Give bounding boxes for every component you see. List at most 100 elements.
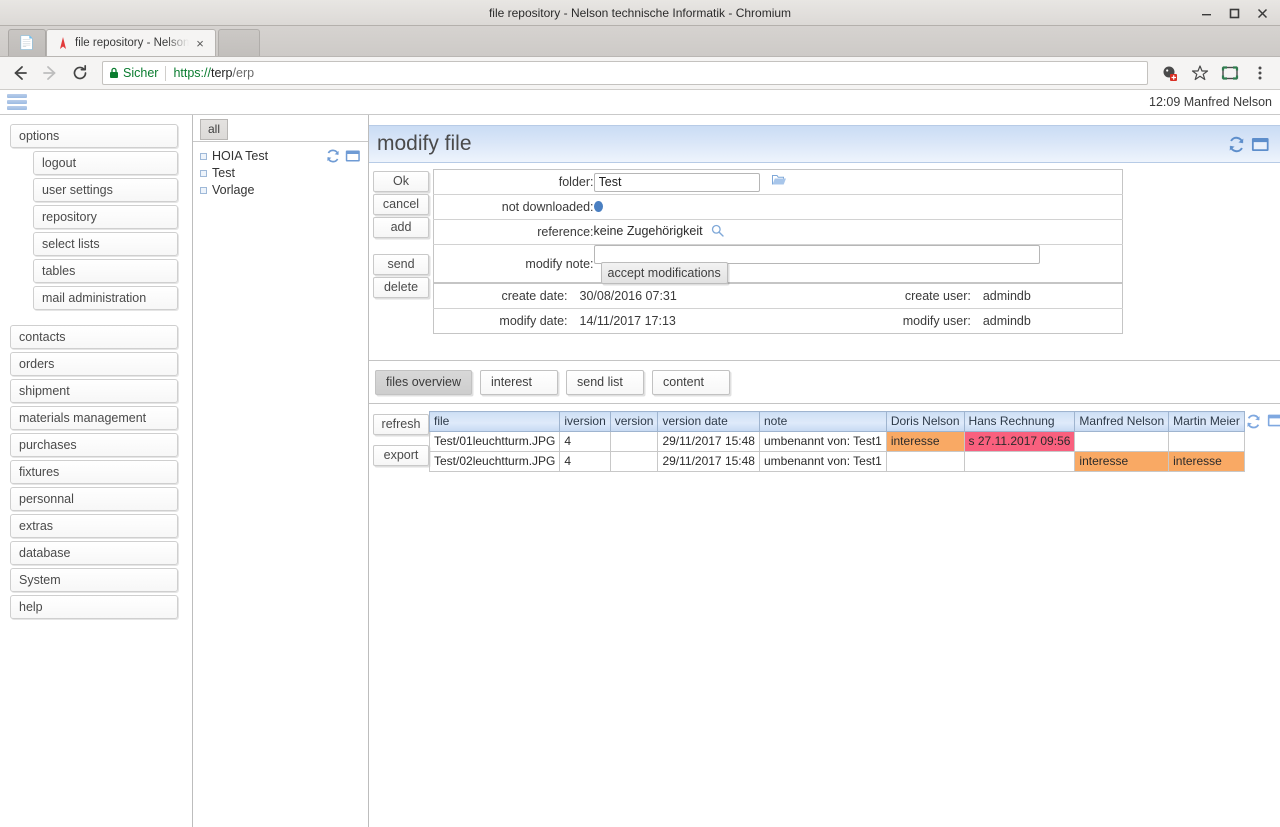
folder-input[interactable]	[593, 172, 760, 192]
col-martin-meier[interactable]: Martin Meier	[1168, 411, 1245, 432]
col-version-date[interactable]: version date	[657, 411, 760, 432]
sidebar-item-help[interactable]: help	[10, 595, 178, 619]
not-downloaded-cell	[593, 195, 1123, 220]
sidebar-item-user-settings[interactable]: user settings	[33, 178, 178, 202]
lock-icon	[109, 67, 119, 79]
sidebar-item-contacts[interactable]: contacts	[10, 325, 178, 349]
tree-expand-icon[interactable]	[200, 187, 207, 194]
col-iversion[interactable]: iversion	[559, 411, 611, 432]
refresh-icon[interactable]	[325, 148, 341, 164]
sidebar-item-tables[interactable]: tables	[33, 259, 178, 283]
window-titlebar: file repository - Nelson technische Info…	[0, 0, 1280, 26]
table-row[interactable]: Test/02leuchtturm.JPG 4 29/11/2017 15:48…	[428, 451, 1245, 472]
add-button[interactable]: add	[373, 217, 429, 238]
sidebar-item-materials-management[interactable]: materials management	[10, 406, 178, 430]
col-note[interactable]: note	[758, 411, 887, 432]
cast-icon[interactable]	[1216, 59, 1244, 87]
col-file[interactable]: file	[428, 411, 561, 432]
delete-button[interactable]: delete	[373, 277, 429, 298]
sidebar-item-purchases[interactable]: purchases	[10, 433, 178, 457]
modify-date-label: modify date:	[499, 314, 568, 328]
form-action-buttons: Ok cancel add send delete	[373, 169, 429, 298]
sidebar-item-extras[interactable]: extras	[10, 514, 178, 538]
window-controls	[1192, 0, 1276, 26]
table-row[interactable]: Test/01leuchtturm.JPG 4 29/11/2017 15:48…	[428, 431, 1245, 452]
col-doris-nelson[interactable]: Doris Nelson	[885, 411, 965, 432]
browser-tab-active[interactable]: file repository - Nelson te ×	[46, 29, 216, 56]
sidebar-item-system[interactable]: System	[10, 568, 178, 592]
window-icon[interactable]	[1267, 413, 1280, 428]
extension-icon[interactable]	[1156, 59, 1184, 87]
back-icon[interactable]	[6, 59, 34, 87]
tree-node-vorlage[interactable]: Vorlage	[193, 182, 368, 199]
reload-icon[interactable]	[66, 59, 94, 87]
page-tab-placeholder[interactable]: 📄	[8, 29, 46, 56]
cell-hans-rechnung: s 27.11.2017 09:56	[963, 431, 1076, 452]
folder-icon[interactable]	[771, 173, 787, 190]
accept-modifications-button[interactable]: accept modifications	[600, 262, 728, 284]
close-icon[interactable]	[1248, 0, 1276, 26]
tree-expand-icon[interactable]	[200, 170, 207, 177]
address-bar[interactable]: Sicher https://terp/erp	[102, 61, 1148, 85]
cell-martin-meier: interesse	[1168, 451, 1245, 472]
window-icon[interactable]	[345, 149, 361, 163]
tree-body: HOIA Test Test Vorlage	[193, 141, 368, 827]
sidebar-item-repository[interactable]: repository	[33, 205, 178, 229]
tree-node-label: Vorlage	[212, 183, 255, 197]
tree-expand-icon[interactable]	[200, 153, 207, 160]
sidebar-item-database[interactable]: database	[10, 541, 178, 565]
refresh-icon[interactable]	[1227, 135, 1246, 154]
forward-icon[interactable]	[36, 59, 64, 87]
tree-node-test[interactable]: Test	[193, 165, 368, 182]
sidebar-item-options[interactable]: options	[10, 124, 178, 148]
form-row-reference: reference: keine Zugehörigkeit	[433, 220, 1123, 245]
form-row-modify-note: modify note: accept modifications	[434, 245, 1123, 284]
tab-send-list[interactable]: send list	[566, 370, 645, 395]
window-icon[interactable]	[1251, 136, 1270, 153]
file-properties-form: folder: not downloaded:	[433, 169, 1123, 284]
export-button[interactable]: export	[373, 445, 429, 466]
col-manfred-nelson[interactable]: Manfred Nelson	[1074, 411, 1170, 432]
main-content: modify file Ok cancel add send delete fo…	[369, 115, 1280, 827]
grid-action-buttons: refresh export	[373, 411, 429, 466]
sidebar-item-shipment[interactable]: shipment	[10, 379, 178, 403]
sidebar-item-mail-administration[interactable]: mail administration	[33, 286, 178, 310]
col-hans-rechnung[interactable]: Hans Rechnung	[963, 411, 1076, 432]
tab-files-overview[interactable]: files overview	[375, 370, 473, 395]
url-scheme: https://	[173, 66, 211, 80]
sidebar-item-logout[interactable]: logout	[33, 151, 178, 175]
tab-content[interactable]: content	[652, 370, 731, 395]
search-icon[interactable]	[711, 224, 724, 241]
meta-row-modify: modify date: 14/11/2017 17:13 modify use…	[434, 309, 1123, 334]
cell-version	[609, 451, 659, 472]
maximize-icon[interactable]	[1220, 0, 1248, 26]
new-tab-button[interactable]	[218, 29, 260, 56]
cell-doris-nelson: interesse	[885, 431, 965, 452]
sidebar-item-personnal[interactable]: personnal	[10, 487, 178, 511]
cell-martin-meier	[1168, 431, 1245, 452]
sidebar-item-fixtures[interactable]: fixtures	[10, 460, 178, 484]
page-icon: 📄	[18, 35, 36, 50]
tab-interest[interactable]: interest	[480, 370, 559, 395]
ok-button[interactable]: Ok	[373, 171, 429, 192]
hamburger-bar	[7, 94, 27, 98]
tab-close-icon[interactable]: ×	[193, 36, 207, 51]
reference-cell: keine Zugehörigkeit	[594, 220, 1123, 245]
cell-version-date: 29/11/2017 15:48	[657, 451, 760, 472]
sidebar-item-orders[interactable]: orders	[10, 352, 178, 376]
grid-wrapper: file iversion version version date note …	[428, 411, 1280, 472]
hamburger-icon[interactable]	[7, 94, 27, 110]
refresh-button[interactable]: refresh	[373, 414, 429, 435]
cancel-button[interactable]: cancel	[373, 194, 429, 215]
cell-note: umbenannt von: Test1	[758, 451, 887, 472]
tree-tab-row: all	[193, 115, 368, 141]
bookmark-star-icon[interactable]	[1186, 59, 1214, 87]
chrome-menu-icon[interactable]	[1246, 59, 1274, 87]
col-version[interactable]: version	[609, 411, 659, 432]
refresh-icon[interactable]	[1245, 413, 1262, 430]
table-header-row: file iversion version version date note …	[428, 411, 1245, 432]
sidebar-item-select-lists[interactable]: select lists	[33, 232, 178, 256]
minimize-icon[interactable]	[1192, 0, 1220, 26]
send-button[interactable]: send	[373, 254, 429, 275]
tree-tab-all[interactable]: all	[200, 119, 229, 140]
